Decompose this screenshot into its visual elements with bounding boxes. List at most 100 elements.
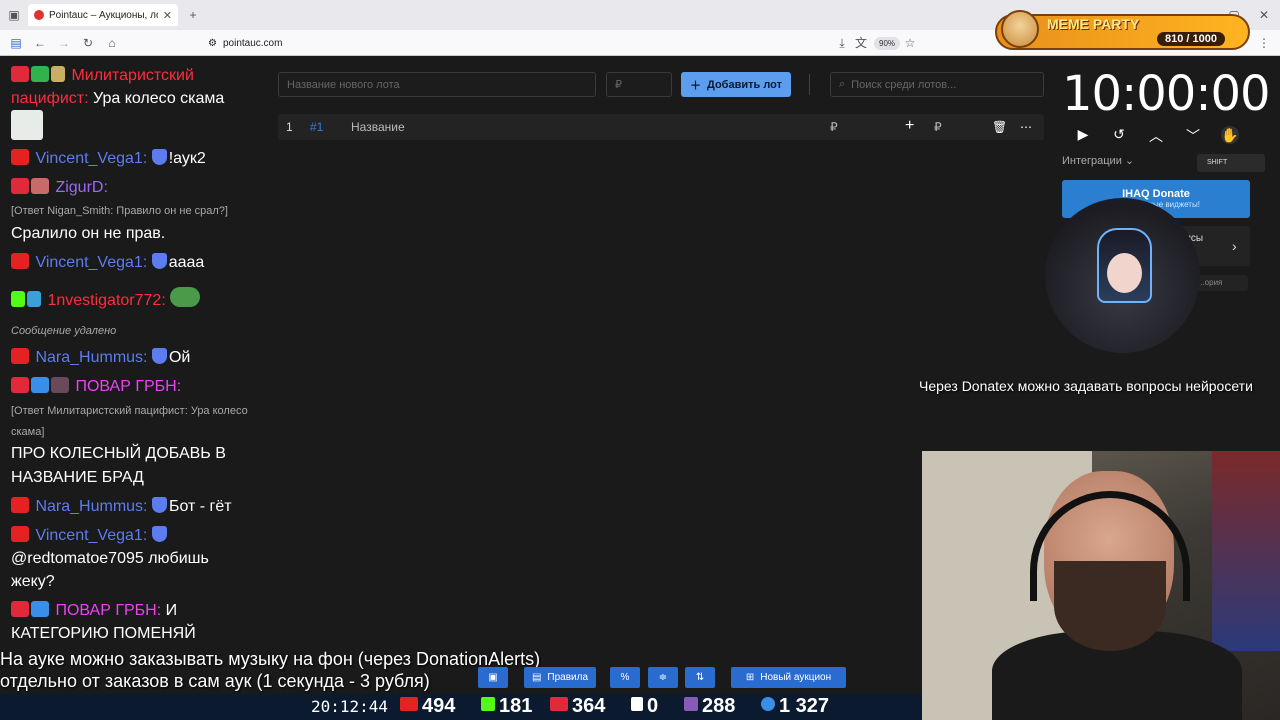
chevron-up-icon[interactable]: ︿ — [1147, 126, 1165, 146]
helmet-badge-icon — [31, 377, 49, 393]
total-count: 1 327 — [779, 695, 830, 717]
chat-nick: Милитаристский — [71, 67, 194, 84]
clipboard-button[interactable]: ▣ — [478, 667, 508, 688]
site-info-icon[interactable]: ⚙ — [208, 38, 217, 49]
live-badge-icon — [11, 178, 29, 194]
chat-nick: пацифист: — [11, 90, 89, 107]
live-badge-icon — [11, 66, 29, 82]
menu-icon[interactable]: ⋮ — [1256, 36, 1272, 50]
add-amount-icon[interactable]: + — [905, 117, 914, 135]
pepe-emote-icon — [170, 287, 201, 307]
download-icon[interactable]: ⤓ — [834, 36, 850, 50]
search-icon: ⌕ — [839, 78, 846, 90]
chat-message: Vincent_Vega1: аааа — [11, 253, 204, 273]
forward-icon[interactable]: → — [56, 36, 72, 50]
chat-text: ПРО КОЛЕСНЫЙ ДОБАВЬ В — [11, 445, 226, 462]
stream-stats-bar: 20:12:44 494 181 364 0 288 1 327 — [0, 694, 922, 720]
check-badge-icon — [31, 66, 49, 82]
kick-badge-icon — [11, 291, 25, 307]
split-icon: ≑ — [658, 672, 668, 683]
chevron-right-icon: › — [1232, 238, 1237, 254]
emote-image — [11, 110, 43, 140]
chat-nick: Vincent_Vega1: — [35, 527, 148, 544]
live-viewers: 364 — [550, 695, 605, 718]
sort-button[interactable]: ⇅ — [685, 667, 715, 688]
sword-badge-icon — [27, 291, 41, 307]
shift-hint: SHIFT — [1197, 154, 1265, 172]
url-field[interactable]: ⚙ pointauc.com — [200, 34, 920, 52]
percent-button[interactable]: % — [610, 667, 640, 688]
lot-row[interactable]: 1 #1 Название ₽ + ₽ 🗑 ⋯ — [278, 114, 1044, 140]
moderator-badge-icon — [151, 526, 167, 542]
lot-name[interactable]: Название — [351, 120, 405, 134]
translate-icon[interactable]: 文 — [853, 36, 869, 50]
new-auction-button[interactable]: ⊞ Новый аукцион — [731, 667, 846, 688]
chat-nick: Nara_Hummus: — [35, 498, 148, 515]
chat-message: ПОВАР ГРБН: — [11, 377, 181, 397]
close-window-icon[interactable]: ✕ — [1256, 8, 1272, 22]
moderator-badge-icon — [151, 149, 167, 165]
delete-icon[interactable]: 🗑 — [992, 120, 1007, 134]
search-lots-input[interactable]: ⌕ Поиск среди лотов... — [830, 72, 1044, 97]
integrations-dropdown[interactable]: Интеграции ⌄ — [1062, 154, 1134, 167]
webcam-flag — [1212, 451, 1280, 651]
deleted-message: Сообщение удалено — [11, 325, 117, 337]
reload-icon[interactable]: ↻ — [80, 36, 96, 50]
browser-tab[interactable]: Pointauc – Аукционы, лотереи ✕ — [28, 4, 178, 26]
search-placeholder: Поиск среди лотов... — [851, 78, 957, 91]
add-lot-button[interactable]: ＋ Добавить лот — [681, 72, 791, 97]
meme-party-badge: MEME PARTY 810 / 1000 — [995, 10, 1250, 50]
back-icon[interactable]: ← — [32, 36, 48, 50]
chat-reply: [Ответ Nigan_Smith: Правило он не срал?] — [11, 205, 228, 217]
r-icon — [631, 697, 643, 711]
webcam-feed — [922, 451, 1280, 720]
lot-id: #1 — [310, 120, 324, 134]
more-icon[interactable]: ⋯ — [1020, 120, 1032, 134]
vtuber-face — [1107, 253, 1142, 293]
rules-button[interactable]: ▤ Правила — [524, 667, 596, 688]
chat-nick: ZigurD: — [55, 179, 108, 196]
sidebar-icon[interactable]: ▤ — [8, 36, 24, 50]
reset-icon[interactable]: ↺ — [1110, 126, 1128, 143]
integrations-label: Интеграции — [1062, 155, 1122, 167]
r-count: 0 — [647, 695, 659, 717]
bookmark-star-icon[interactable]: ☆ — [902, 36, 918, 50]
avatar-badge-icon — [51, 377, 69, 393]
live-badge-icon — [11, 377, 29, 393]
moderator-badge-icon — [151, 253, 167, 269]
youtube-count: 494 — [422, 695, 456, 717]
chat-text: аааа — [168, 254, 205, 271]
chat-reply: [Ответ Милитаристский пацифист: Ура коле… — [11, 405, 248, 417]
url-text: pointauc.com — [222, 37, 283, 49]
chat-overlay: Милитаристский пацифист: Ура колесо скам… — [0, 56, 270, 696]
home-icon[interactable]: ⌂ — [104, 36, 120, 50]
play-icon[interactable]: ▶ — [1074, 126, 1092, 143]
live-count: 364 — [572, 695, 606, 717]
chat-text: И — [165, 602, 178, 619]
lot-index: 1 — [286, 120, 293, 134]
chevron-down-icon[interactable]: ﹀ — [1184, 126, 1202, 146]
youtube-badge-icon — [11, 348, 29, 364]
lot-add-amount[interactable]: ₽ — [934, 120, 942, 134]
chat-text: !аук2 — [168, 150, 206, 167]
chevron-down-icon: ⌄ — [1124, 155, 1135, 167]
ihaq-title: IHAQ Donate — [1122, 188, 1190, 200]
new-tab-icon[interactable]: + — [185, 8, 201, 22]
lot-amount-input[interactable]: ₽ — [606, 72, 672, 97]
user-icon — [761, 697, 775, 711]
lot-amount[interactable]: ₽ — [830, 120, 838, 134]
close-tab-icon[interactable]: ✕ — [163, 9, 172, 22]
chat-text: КАТЕГОРИЮ ПОМЕНЯЙ — [11, 625, 196, 642]
tab-list-icon[interactable]: ▣ — [6, 8, 22, 22]
avatar-badge-icon — [31, 178, 49, 194]
timer-extra-icon[interactable]: ✋ — [1221, 126, 1239, 144]
split-button[interactable]: ≑ — [648, 667, 678, 688]
grid-icon: ⊞ — [745, 672, 755, 683]
new-lot-input[interactable]: Название нового лота — [278, 72, 596, 97]
live-icon — [550, 697, 568, 711]
music-note-line1: На ауке можно заказывать музыку на фон (… — [0, 649, 541, 669]
tab-title: Pointauc – Аукционы, лотереи — [49, 9, 158, 21]
chat-text: Ой — [168, 349, 191, 366]
rules-label: Правила — [547, 672, 589, 683]
zoom-level[interactable]: 90% — [874, 37, 901, 50]
